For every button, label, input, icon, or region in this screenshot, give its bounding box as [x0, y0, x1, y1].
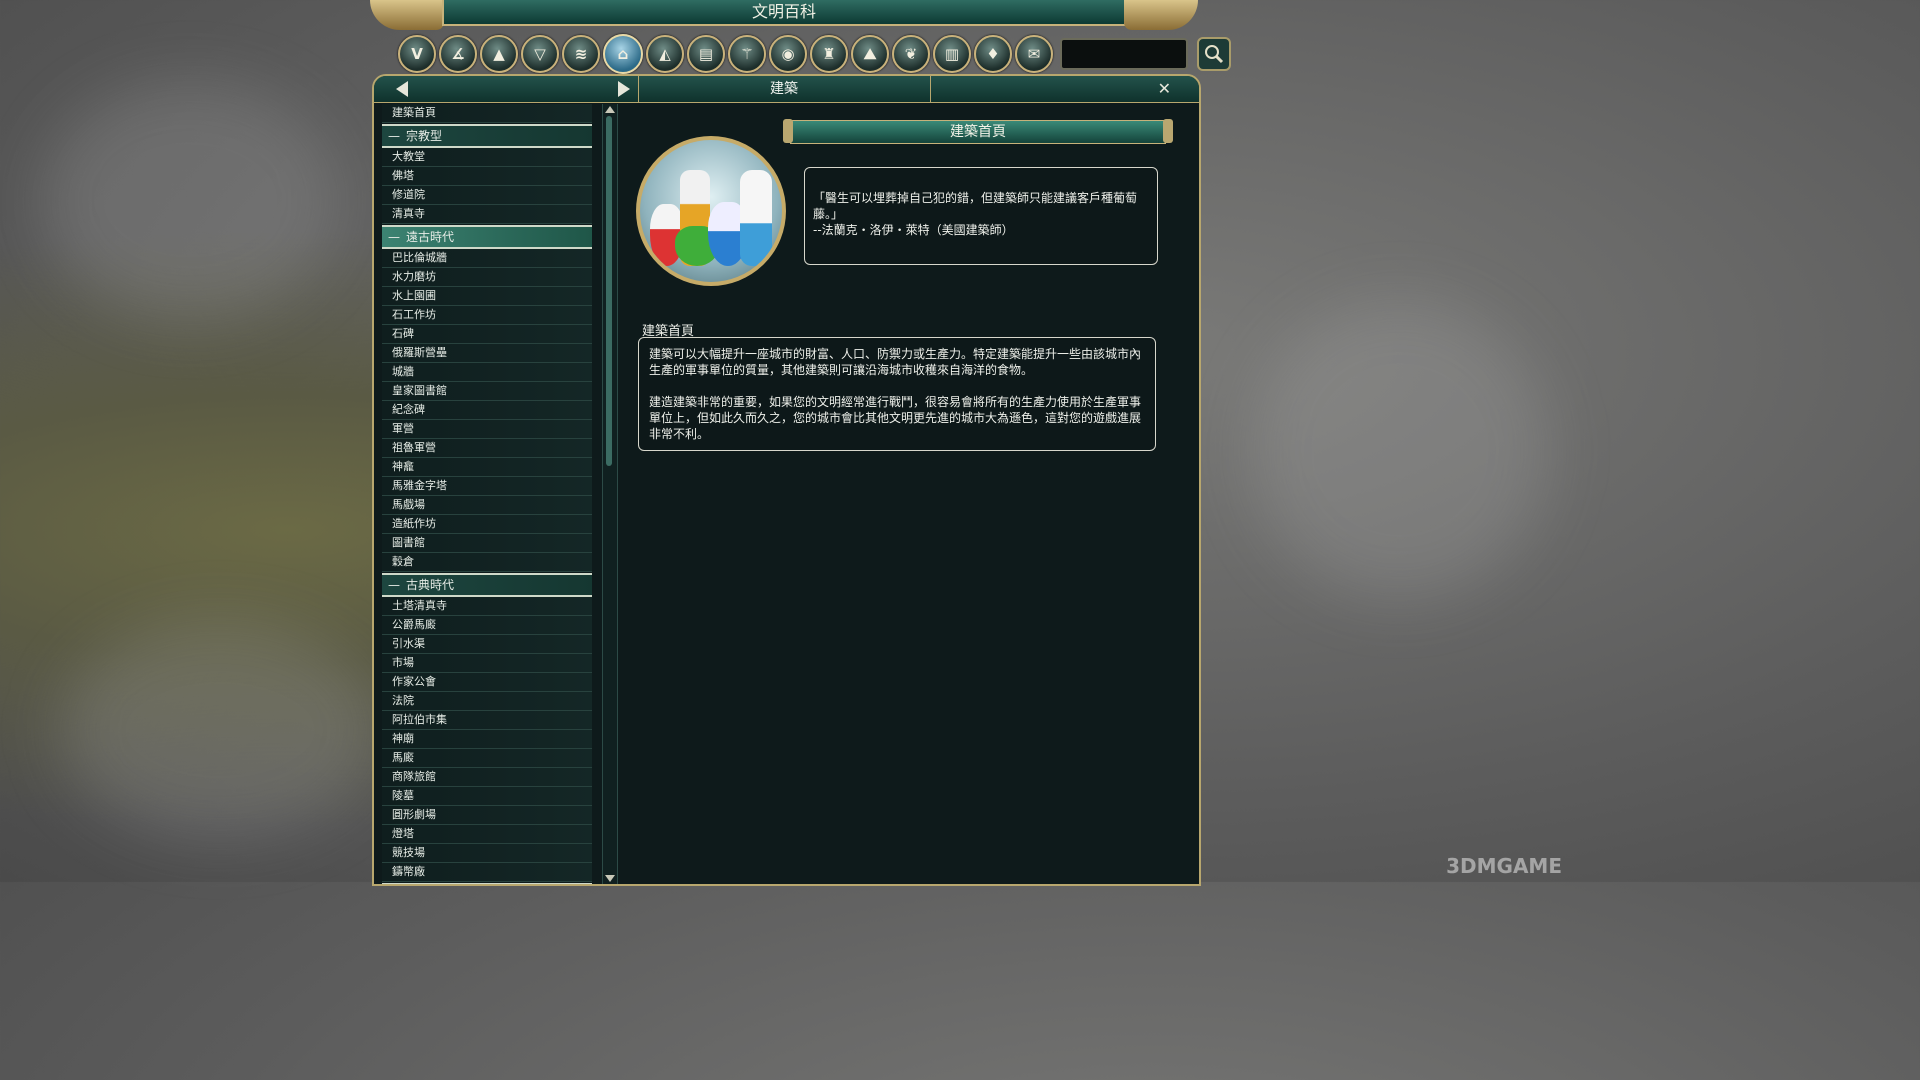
- civilopedia-panel: 建築 ✕ 建築首頁 — 宗教型 大教堂 佛塔 修道院 清真寺 — 遠古時代 巴比倫城牆 水力磨坊 水上…: [372, 74, 1201, 886]
- list-item[interactable]: 祖魯軍營: [382, 439, 592, 458]
- list-item[interactable]: 水上園圃: [382, 287, 592, 306]
- list-item[interactable]: 鑄幣廠: [382, 863, 592, 882]
- building-list: 建築首頁 — 宗教型 大教堂 佛塔 修道院 清真寺 — 遠古時代 巴比倫城牆 水力磨坊 水上園圃 石工作…: [382, 104, 592, 884]
- forward-arrow-icon[interactable]: [618, 81, 630, 97]
- window-title-bar: 文明百科: [370, 0, 1198, 30]
- quote-text: 「醫生可以埋葬掉自己犯的錯，但建築師只能建議客戶種葡萄藤。」: [813, 191, 1138, 221]
- list-item[interactable]: 圖書館: [382, 534, 592, 553]
- list-item[interactable]: 大教堂: [382, 148, 592, 167]
- description-paragraph: 建築可以大幅提升一座城市的財富、人口、防禦力或生產力。特定建築能提升一些由該城市…: [649, 347, 1142, 377]
- list-item[interactable]: 修道院: [382, 186, 592, 205]
- section-header[interactable]: — 古典時代: [382, 573, 592, 597]
- list-item[interactable]: 馬雅金字塔: [382, 477, 592, 496]
- list-item[interactable]: 市場: [382, 654, 592, 673]
- religion-icon[interactable]: ♦: [974, 35, 1012, 73]
- list-item[interactable]: 石碑: [382, 325, 592, 344]
- building-icon[interactable]: ⌂: [603, 34, 643, 74]
- list-item[interactable]: 石工作坊: [382, 306, 592, 325]
- section-label: 遠古時代: [406, 230, 455, 244]
- home-icon[interactable]: V: [398, 35, 436, 73]
- list-item[interactable]: 馬廄: [382, 749, 592, 768]
- list-item[interactable]: 穀倉: [382, 553, 592, 572]
- promotion-icon[interactable]: ▽: [521, 35, 559, 73]
- list-item[interactable]: 建築首頁: [382, 104, 592, 123]
- list-item[interactable]: 神龕: [382, 458, 592, 477]
- section-header[interactable]: — 遠古時代: [382, 225, 592, 249]
- category-toolbar: V ∡ ▲ ▽ ≋ ⌂ ◭ ▤ ⚚ ◉ ♜ ⛰ ❦ ▥ ♦ ✉: [398, 34, 1231, 74]
- scroll-thumb[interactable]: [606, 116, 612, 466]
- list-item[interactable]: 皇家圖書館: [382, 382, 592, 401]
- policy-icon[interactable]: ▤: [687, 35, 725, 73]
- list-item[interactable]: 阿拉伯市集: [382, 711, 592, 730]
- nav-divider: [930, 76, 931, 102]
- title-ornament-left: [370, 0, 444, 30]
- list-item[interactable]: 公爵馬廄: [382, 616, 592, 635]
- wonder-icon[interactable]: ◭: [646, 35, 684, 73]
- list-item[interactable]: 神廟: [382, 730, 592, 749]
- search-input[interactable]: [1060, 38, 1188, 70]
- nav-title: 建築: [770, 81, 798, 97]
- resource-icon[interactable]: ❦: [892, 35, 930, 73]
- rank-icon[interactable]: ≋: [562, 35, 600, 73]
- list-item[interactable]: 圓形劇場: [382, 806, 592, 825]
- list-item[interactable]: 俄羅斯營壘: [382, 344, 592, 363]
- city-state-icon[interactable]: ♜: [810, 35, 848, 73]
- list-item[interactable]: 陵墓: [382, 787, 592, 806]
- unit-icon[interactable]: ▲: [480, 35, 518, 73]
- specialist-icon[interactable]: ⚚: [728, 35, 766, 73]
- collapse-icon[interactable]: —: [388, 575, 406, 595]
- list-item[interactable]: 法院: [382, 692, 592, 711]
- close-icon[interactable]: ✕: [1158, 79, 1171, 98]
- list-item[interactable]: 作家公會: [382, 673, 592, 692]
- list-item[interactable]: 燈塔: [382, 825, 592, 844]
- scroll-down-icon[interactable]: [605, 875, 615, 882]
- scroll-up-icon[interactable]: [605, 106, 615, 113]
- list-scrollbar[interactable]: [602, 104, 618, 884]
- terrain-icon[interactable]: ⛰: [851, 35, 889, 73]
- section-label: 古典時代: [406, 578, 455, 592]
- section-header[interactable]: — 宗教型: [382, 124, 592, 148]
- civ-icon[interactable]: ◉: [769, 35, 807, 73]
- collapse-icon[interactable]: —: [388, 227, 406, 247]
- quote-author: --法蘭克・洛伊・萊特（美國建築師）: [813, 223, 1014, 237]
- list-item[interactable]: 巴比倫城牆: [382, 249, 592, 268]
- window-title: 文明百科: [442, 0, 1126, 26]
- description-box: 建築可以大幅提升一座城市的財富、人口、防禦力或生產力。特定建築能提升一些由該城市…: [638, 337, 1156, 451]
- watermark-logo: 3DMGAME: [1446, 854, 1562, 878]
- list-item[interactable]: 商隊旅館: [382, 768, 592, 787]
- list-item[interactable]: 造紙作坊: [382, 515, 592, 534]
- title-ornament-right: [1124, 0, 1198, 30]
- list-item[interactable]: 佛塔: [382, 167, 592, 186]
- list-item[interactable]: 清真寺: [382, 205, 592, 224]
- list-item[interactable]: 紀念碑: [382, 401, 592, 420]
- tech-icon[interactable]: ∡: [439, 35, 477, 73]
- section-label: 宗教型: [406, 129, 443, 143]
- list-item[interactable]: 馬戲場: [382, 496, 592, 515]
- list-item[interactable]: 水力磨坊: [382, 268, 592, 287]
- scroll-icon[interactable]: ✉: [1015, 35, 1053, 73]
- list-item[interactable]: 競技場: [382, 844, 592, 863]
- building-portrait: [636, 136, 786, 286]
- nav-bar: 建築 ✕: [374, 76, 1199, 103]
- search-button[interactable]: [1197, 37, 1231, 71]
- list-item[interactable]: 土塔清真寺: [382, 597, 592, 616]
- list-item[interactable]: 引水渠: [382, 635, 592, 654]
- content-title: 建築首頁: [783, 119, 1173, 144]
- list-item[interactable]: 軍營: [382, 420, 592, 439]
- back-arrow-icon[interactable]: [396, 81, 408, 97]
- collapse-icon[interactable]: —: [388, 126, 406, 146]
- improvement-icon[interactable]: ▥: [933, 35, 971, 73]
- list-item[interactable]: 城牆: [382, 363, 592, 382]
- section-header[interactable]: —中古時代: [382, 883, 592, 884]
- description-paragraph: 建造建築非常的重要，如果您的文明經常進行戰鬥，很容易會將所有的生產力使用於生產軍…: [649, 395, 1142, 441]
- quote-box: 「醫生可以埋葬掉自己犯的錯，但建築師只能建議客戶種葡萄藤。」 --法蘭克・洛伊・…: [804, 167, 1158, 265]
- search-icon: [1205, 45, 1224, 64]
